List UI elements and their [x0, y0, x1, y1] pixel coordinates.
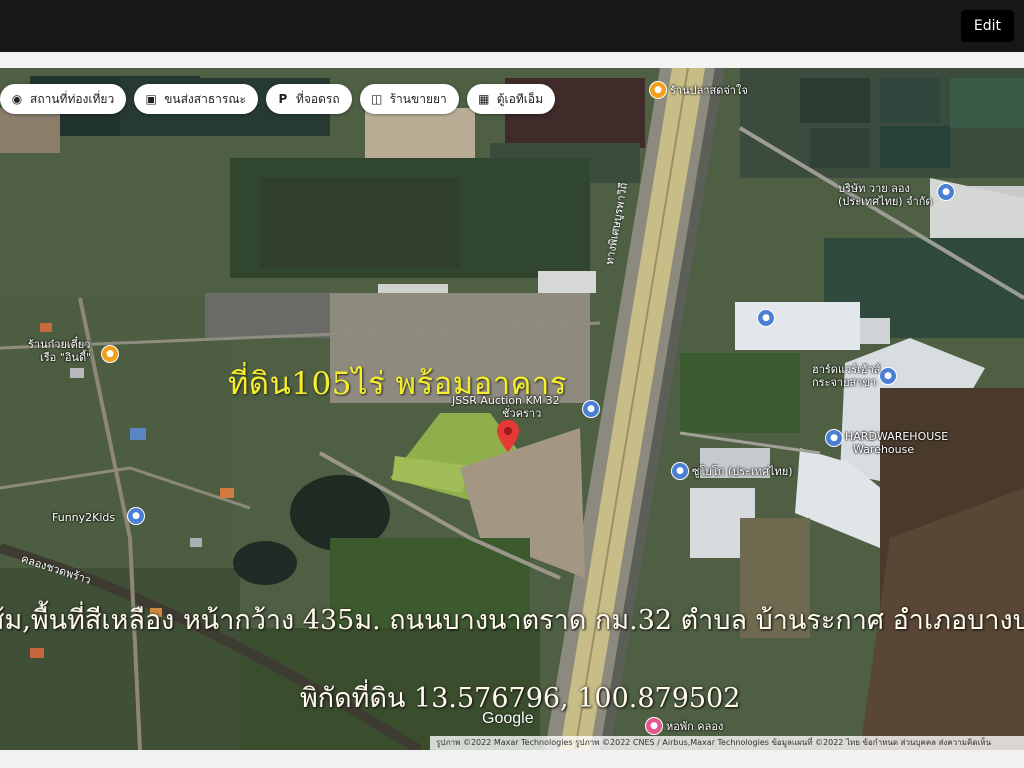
pharmacy-icon: ◫	[370, 92, 383, 106]
chip-label: ที่จอดรถ	[295, 91, 340, 106]
poi-label: Funny2Kids	[52, 511, 116, 524]
map-view[interactable]: ◉ สถานที่ท่องเที่ยว ▣ ขนส่งสาธารณะ P ที่…	[0, 68, 1024, 750]
bus-icon: ▣	[145, 92, 157, 106]
chip-atm[interactable]: ▦ ตู้เอทีเอ็ม	[466, 84, 555, 114]
poi-label-line: Warehouse	[853, 443, 915, 456]
poi-label: บริษัท วาย ลอง (ประเทศไทย) จำกัด	[838, 182, 933, 208]
chip-label: ตู้เอทีเอ็ม	[496, 91, 543, 106]
restaurant-pin-icon[interactable]: ●	[650, 82, 666, 98]
poi-label-line: บริษัท วาย ลอง	[838, 182, 910, 195]
poi-label-line: ฮาร์ดแวร์เฮ้าส์	[812, 363, 881, 376]
place-pin-icon[interactable]: ●	[938, 184, 954, 200]
shopping-pin-icon[interactable]: ●	[128, 508, 144, 524]
chip-label: สถานที่ท่องเที่ยว	[30, 91, 115, 106]
chip-pharmacy[interactable]: ◫ ร้านขายยา	[359, 84, 459, 114]
google-logo: Google	[482, 710, 534, 727]
shopping-pin-icon[interactable]: ●	[758, 310, 774, 326]
place-pin-icon[interactable]: ●	[672, 463, 688, 479]
lodging-pin-icon[interactable]: ●	[646, 718, 662, 734]
listing-title: ที่ดิน105ไร่ พร้อมอาคาร	[228, 366, 567, 402]
poi-label: ร้านปลาสดจ่าใจ	[670, 84, 748, 97]
poi-label: หอพัก คลอง	[666, 720, 724, 733]
camera-icon: ◉	[11, 92, 23, 106]
poi-label: HARDWAREHOUSE Warehouse	[845, 430, 948, 456]
place-pin-icon[interactable]: ●	[880, 368, 896, 384]
spacer-bar	[0, 52, 1024, 68]
location-marker-icon[interactable]	[497, 420, 519, 452]
poi-label-line: กระจายสาขา	[812, 376, 877, 389]
chip-attractions[interactable]: ◉ สถานที่ท่องเที่ยว	[0, 84, 127, 114]
edit-button[interactable]: Edit	[960, 10, 1014, 42]
poi-label-line: ร้านก๋วยเตี๋ยว	[28, 338, 91, 351]
parking-icon: P	[278, 92, 288, 106]
map-attribution: รูปภาพ ©2022 Maxar Technologies รูปภาพ ©…	[430, 736, 1024, 750]
chip-label: ร้านขายยา	[389, 91, 447, 106]
category-chips: ◉ สถานที่ท่องเที่ยว ▣ ขนส่งสาธารณะ P ที่…	[0, 84, 555, 114]
poi-label: ซูโยโก (ประเทศไทย)	[692, 465, 793, 478]
poi-label: ฮาร์ดแวร์เฮ้าส์ กระจายสาขา	[812, 363, 880, 389]
bottom-strip	[0, 750, 1024, 768]
chip-transit[interactable]: ▣ ขนส่งสาธารณะ	[134, 84, 258, 114]
atm-icon: ▦	[478, 92, 490, 106]
restaurant-pin-icon[interactable]: ●	[102, 346, 118, 362]
poi-label-line: HARDWAREHOUSE	[845, 430, 949, 443]
listing-description: ส้ม,พื้นที่สีเหลือง หน้ากว้าง 435ม. ถนนบ…	[0, 605, 1024, 636]
poi-label-line: ชั่วคราว	[502, 407, 542, 420]
place-pin-icon[interactable]: ●	[826, 430, 842, 446]
place-pin-icon[interactable]: ●	[583, 401, 599, 417]
chip-label: ขนส่งสาธารณะ	[164, 91, 246, 106]
chip-parking[interactable]: P ที่จอดรถ	[265, 84, 352, 114]
poi-label: ร้านก๋วยเตี๋ยว เรือ "อินดี้"	[28, 338, 91, 364]
poi-label-line: เรือ "อินดี้"	[40, 351, 92, 364]
top-bar: Edit	[0, 0, 1024, 52]
poi-label-line: (ประเทศไทย) จำกัด	[838, 195, 933, 208]
